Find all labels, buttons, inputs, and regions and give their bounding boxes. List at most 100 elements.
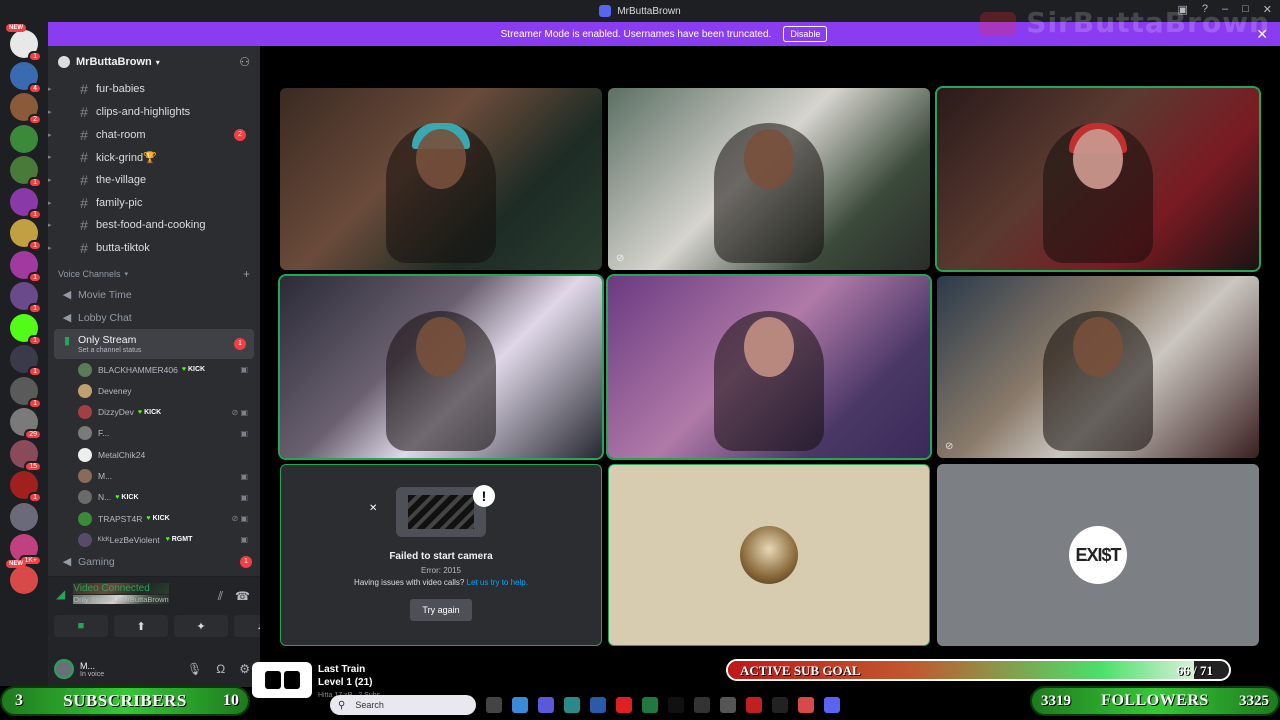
disconnect-icon[interactable]: ☎ [235,589,250,604]
app-icon[interactable] [746,697,762,713]
channel-name: family-pic [96,196,143,209]
server-icon[interactable]: 15 [10,439,42,472]
server-icon[interactable]: 1K+ [10,534,42,566]
channel-status[interactable]: Set a channel status [60,347,141,354]
user-panel: M... In voice 🎙︎ Ω ⚙ [48,651,260,687]
server-icon[interactable]: 4 [10,61,42,94]
voice-user[interactable]: BLACKHAMMER406 KICK ▣ [48,359,260,380]
voice-channel[interactable]: ◀ Lobby Chat [48,306,260,329]
voice-user[interactable]: M... ▣ [48,465,260,486]
avatar: EXI$T [1069,526,1127,584]
voice-channel-name: Only Stream [78,334,137,347]
text-channel[interactable]: ▸ # chat-room 2 [48,123,260,146]
voice-user-name: ᴷᴵᶜᴷLezBeViolent [98,534,160,545]
server-icon[interactable]: 1 [10,376,42,409]
avatar[interactable] [54,659,74,679]
text-channel[interactable]: ▸ # best-food-and-cooking [48,214,260,237]
voice-user[interactable]: F... ▣ [48,423,260,444]
voice-user[interactable]: ᴷᴵᶜᴷLezBeViolent RGMT ▣ [48,529,260,550]
app-icon[interactable] [720,697,736,713]
server-icon[interactable]: 1 [10,187,42,220]
text-channel[interactable]: ▸ # kick-grind🏆 [48,146,260,169]
speaker-icon: ◀ [62,556,72,569]
text-channel[interactable]: ▸ # butta-tiktok [48,237,260,260]
notification-badge: 1 [28,177,42,188]
server-icon[interactable]: 1 [10,219,42,251]
voice-channel-gaming[interactable]: ◀ Gaming 1 [48,551,260,574]
text-channel[interactable]: ▸ # clips-and-highlights [48,101,260,124]
discord-icon[interactable] [824,697,840,713]
server-icon[interactable]: 1 [10,313,42,346]
voice-category[interactable]: Voice Channels ▾ + [48,264,260,284]
server-icon[interactable]: NEW 1 [6,24,42,62]
voice-user[interactable]: Deveney [48,380,260,401]
server-icon[interactable]: 1 [10,282,42,314]
server-icon[interactable]: NEW [6,559,38,594]
video-tile[interactable] [280,88,602,270]
store-icon[interactable] [590,697,606,713]
server-icon[interactable]: 2 [10,93,42,125]
video-tile[interactable]: ⊘ [937,276,1259,458]
app-icon[interactable] [772,697,788,713]
disable-button[interactable]: Disable [783,26,828,42]
add-member-icon[interactable]: ⚇ [239,55,250,69]
noise-suppression-icon[interactable]: ⫽ [218,589,223,604]
add-channel-icon[interactable]: + [243,267,250,281]
camera-button[interactable]: ■ [54,615,108,637]
channel-name: clips-and-highlights [96,106,191,119]
gear-icon[interactable]: ⚙ [239,662,250,676]
server-icon[interactable]: 1 [10,156,42,188]
teams-icon[interactable] [538,697,554,713]
camera-icon: ▣ [240,492,248,502]
tiktok-icon[interactable] [668,697,684,713]
text-channel[interactable]: ▸ # fur-babies [48,78,260,101]
voice-user-name: N... [98,492,112,503]
activities-button[interactable]: ✦ [174,615,228,637]
avatar [740,526,798,584]
discord-logo-icon [599,5,612,17]
video-tile[interactable] [278,274,604,460]
task-view-icon[interactable] [486,697,502,713]
avatar [78,490,92,505]
app-icon[interactable] [798,697,814,713]
guild-header[interactable]: MrButtaBrown ▾ ⚇ [48,46,260,78]
server-icon[interactable]: 29 [10,408,42,440]
watermark-text: SirButtaBrown [1026,6,1270,39]
video-tile[interactable]: EXI$T [937,464,1259,646]
text-channel[interactable]: ▸ # family-pic [48,191,260,214]
server-icon[interactable]: 1 [10,345,42,377]
server-icon[interactable] [10,124,38,153]
help-link[interactable]: Let us try to help. [467,578,528,587]
video-tile[interactable] [608,464,930,646]
voice-panel: ◢ Video Connected Only Stream / MrButtaB… [48,576,288,687]
channel-name: the-village [96,174,147,187]
excel-icon[interactable] [642,697,658,713]
copilot-icon[interactable] [512,697,528,713]
headphones-icon[interactable]: Ω [216,662,225,676]
edge-icon[interactable] [564,697,580,713]
server-icon[interactable]: 1 [10,250,42,283]
youtube-icon[interactable] [616,697,632,713]
video-tile[interactable] [935,86,1261,272]
text-channel[interactable]: ▸ # the-village [48,169,260,192]
voice-connection-status[interactable]: ◢ Video Connected Only Stream / MrButtaB… [56,583,169,604]
voice-user[interactable]: MetalChik24 [48,444,260,465]
video-tile[interactable] [606,274,932,460]
obs-icon[interactable] [694,697,710,713]
voice-channel-only-stream[interactable]: ▮ Only Stream Set a channel status 1 [54,328,254,359]
channel-name: chat-room [96,128,146,141]
chevron-down-icon: ▾ [124,270,129,278]
voice-user[interactable]: DizzyDev KICK ⊘ ▣ [48,401,260,422]
voice-channel[interactable]: ◀ Movie Time [48,284,260,307]
screen: MrButtaBrown ▣ ? – □ ✕ NEW 1 4 2 1 1 1 1 1 1 1 1 29 1… [0,0,1280,720]
kick-badge: KICK [182,366,205,373]
screen-share-button[interactable]: ⬆ [114,615,168,637]
try-again-button[interactable]: Try again [410,599,472,621]
voice-user[interactable]: TRAPST4RKICK ⊘ ▣ [48,508,260,529]
voice-user[interactable]: N...KICK ▣ [48,487,260,508]
server-icon[interactable]: 1 [10,471,42,503]
video-tile[interactable]: ⊘ [608,88,930,270]
server-icon[interactable] [10,502,38,531]
microphone-icon[interactable]: 🎙︎ [187,662,202,676]
taskbar-search[interactable]: ⚲ Search [330,695,476,715]
